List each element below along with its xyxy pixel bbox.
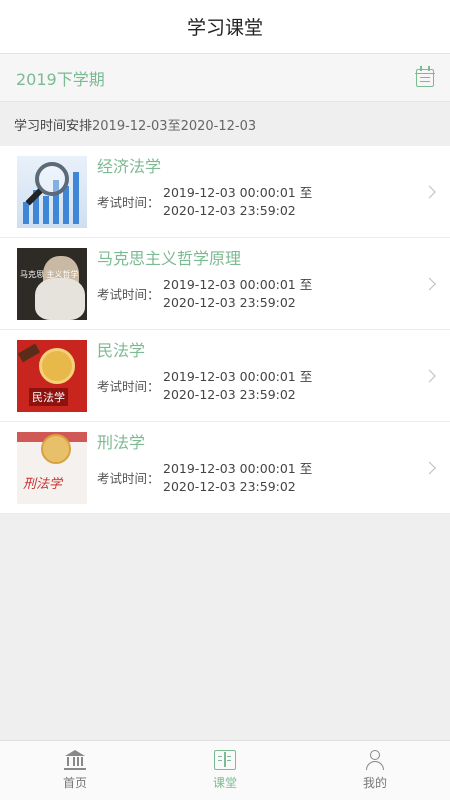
course-thumbnail: 马克思 主义哲学 bbox=[17, 247, 87, 320]
home-icon bbox=[64, 750, 86, 770]
tab-home-label: 首页 bbox=[62, 776, 87, 790]
exam-time-label: 考试时间： bbox=[97, 471, 160, 486]
course-name: 民法学 bbox=[97, 340, 146, 360]
thumbnail-caption: 马克思 主义哲学 bbox=[20, 269, 79, 279]
semester-label[interactable]: 2019下学期 bbox=[16, 66, 105, 90]
course-thumbnail: 刑法学 bbox=[17, 431, 87, 504]
tab-classroom[interactable]: 课堂 bbox=[150, 741, 300, 800]
tab-home[interactable]: 首页 bbox=[0, 741, 150, 800]
semester-bar[interactable]: 2019下学期 bbox=[0, 54, 450, 102]
course-thumbnail: 民法学 bbox=[17, 339, 87, 412]
page-title: 学习课堂 bbox=[186, 17, 263, 39]
course-thumbnail bbox=[17, 155, 87, 228]
calendar-icon[interactable] bbox=[415, 65, 435, 87]
schedule-info: 学习时间安排 2019-12-03至2020-12-03 bbox=[0, 102, 450, 146]
course-item-civil-law[interactable]: 民法学 民法学 考试时间： 2019-12-03 00:00:01 至 2020… bbox=[0, 330, 450, 422]
course-list: 经济法学 考试时间： 2019-12-03 00:00:01 至 2020-12… bbox=[0, 146, 450, 514]
course-item-criminal-law[interactable]: 刑法学 刑法学 考试时间： 2019-12-03 00:00:01 至 2020… bbox=[0, 422, 450, 514]
course-name: 刑法学 bbox=[97, 432, 146, 452]
exam-time-label: 考试时间： bbox=[97, 287, 160, 302]
course-name: 马克思主义哲学原理 bbox=[97, 248, 242, 268]
tab-profile-label: 我的 bbox=[362, 776, 387, 790]
exam-end-time: 2020-12-03 23:59:02 bbox=[163, 202, 296, 218]
schedule-dates: 2019-12-03至2020-12-03 bbox=[92, 118, 257, 134]
tab-profile[interactable]: 我的 bbox=[300, 741, 450, 800]
thumbnail-caption: 民法学 bbox=[29, 387, 68, 406]
tab-classroom-label: 课堂 bbox=[212, 776, 237, 790]
exam-end-time: 2020-12-03 23:59:02 bbox=[163, 294, 296, 310]
exam-end-time: 2020-12-03 23:59:02 bbox=[163, 386, 296, 402]
exam-end-time: 2020-12-03 23:59:02 bbox=[163, 478, 296, 494]
exam-start-time: 2019-12-03 00:00:01 至 bbox=[163, 276, 313, 292]
bottom-tab-bar: 首页 课堂 我的 bbox=[0, 740, 450, 800]
exam-time-label: 考试时间： bbox=[97, 195, 160, 210]
exam-start-time: 2019-12-03 00:00:01 至 bbox=[163, 184, 313, 200]
user-icon bbox=[364, 750, 386, 770]
course-name: 经济法学 bbox=[97, 156, 162, 176]
thumbnail-caption: 刑法学 bbox=[23, 476, 63, 492]
exam-start-time: 2019-12-03 00:00:01 至 bbox=[163, 368, 313, 384]
book-icon bbox=[214, 750, 236, 770]
schedule-label: 学习时间安排 bbox=[14, 118, 93, 134]
course-item-marxist-philosophy[interactable]: 马克思 主义哲学 马克思主义哲学原理 考试时间： 2019-12-03 00:0… bbox=[0, 238, 450, 330]
exam-time-label: 考试时间： bbox=[97, 379, 160, 394]
exam-start-time: 2019-12-03 00:00:01 至 bbox=[163, 460, 313, 476]
app-header: 学习课堂 bbox=[0, 0, 450, 54]
course-item-economic-law[interactable]: 经济法学 考试时间： 2019-12-03 00:00:01 至 2020-12… bbox=[0, 146, 450, 238]
